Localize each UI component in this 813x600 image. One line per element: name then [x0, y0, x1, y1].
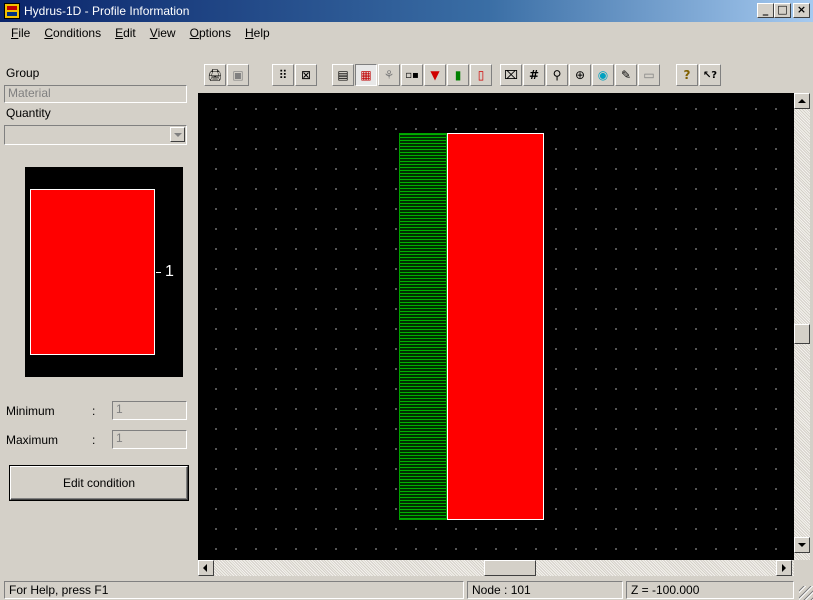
save-icon[interactable]: ▣ — [227, 64, 249, 86]
status-z-coordinate: Z = -100.000 — [626, 581, 794, 599]
vertical-scrollbar[interactable] — [794, 93, 810, 560]
status-help-text: For Help, press F1 — [4, 581, 464, 599]
initial-condition-icon[interactable]: ▼ — [424, 64, 446, 86]
status-node: Node : 101 — [467, 581, 623, 599]
horizontal-scrollbar[interactable] — [198, 560, 794, 576]
menu-help[interactable]: Help — [238, 26, 277, 40]
scroll-down-icon[interactable] — [794, 537, 810, 553]
edit-condition-button[interactable]: Edit condition — [10, 466, 188, 500]
toolbar: 🖨 ▣ ⠿ ⊠ ▤ ▦ ⚘ ▫▪ ▼ ▮ ▯ ⌧ # ⚲ ⊕ ◉ ✎ ▭ ? ↖… — [198, 61, 810, 91]
preview-material-swatch — [30, 189, 155, 355]
scroll-right-icon[interactable] — [776, 560, 792, 576]
edit-box-icon[interactable]: ▭ — [638, 64, 660, 86]
observation-nodes-icon[interactable]: ▫▪ — [401, 64, 423, 86]
minimum-label: Minimum — [6, 404, 55, 418]
pencil-icon[interactable]: ✎ — [615, 64, 637, 86]
group-label: Group — [6, 66, 40, 80]
preview-tick — [156, 272, 161, 273]
help-icon[interactable]: ? — [676, 64, 698, 86]
zoom-frame-icon[interactable]: ⊠ — [295, 64, 317, 86]
chevron-down-icon[interactable] — [170, 127, 185, 142]
maximum-label: Maximum — [6, 433, 59, 447]
root-distribution-icon[interactable]: ⚘ — [378, 64, 400, 86]
resize-grip-icon[interactable] — [799, 586, 813, 600]
grid-dots-icon[interactable]: ⠿ — [272, 64, 294, 86]
menu-view[interactable]: View — [143, 26, 183, 40]
scroll-left-icon[interactable] — [198, 560, 214, 576]
print-icon[interactable]: 🖨 — [204, 64, 226, 86]
minimum-separator: : — [92, 404, 96, 418]
maximize-button[interactable]: □ — [774, 3, 791, 18]
menu-bar: File Conditions Edit View Options Help — [0, 22, 813, 44]
minimize-button[interactable]: _ — [757, 3, 774, 18]
maximum-field[interactable]: 1 — [112, 430, 187, 449]
context-help-icon[interactable]: ↖? — [699, 64, 721, 86]
menu-options[interactable]: Options — [183, 26, 238, 40]
scroll-up-icon[interactable] — [794, 93, 810, 109]
app-icon[interactable] — [4, 3, 20, 19]
zoom-in-icon[interactable]: ⊕ — [569, 64, 591, 86]
hatched-column[interactable] — [399, 133, 447, 520]
horizontal-scroll-thumb[interactable] — [484, 560, 536, 576]
properties-panel: Group Material Quantity 1 Minimum : 1 Ma… — [0, 60, 196, 578]
title-bar[interactable]: Hydrus-1D - Profile Information _ □ × — [0, 0, 813, 22]
color-icon[interactable]: ◉ — [592, 64, 614, 86]
minimum-field[interactable]: 1 — [112, 401, 187, 420]
material-1-region[interactable] — [447, 133, 544, 520]
zoom-fit-icon[interactable]: ⌧ — [500, 64, 522, 86]
material-preview: 1 — [25, 167, 183, 377]
window-controls: _ □ × — [757, 3, 810, 18]
temperature-icon[interactable]: ▯ — [470, 64, 492, 86]
status-bar: For Help, press F1 Node : 101 Z = -100.0… — [0, 580, 813, 600]
vertical-scroll-thumb[interactable] — [794, 324, 810, 344]
menu-edit[interactable]: Edit — [108, 26, 143, 40]
close-button[interactable]: × — [793, 3, 810, 18]
zoom-icon[interactable]: ⚲ — [546, 64, 568, 86]
menu-conditions[interactable]: Conditions — [37, 26, 108, 40]
main-window: Hydrus-1D - Profile Information _ □ × Fi… — [0, 0, 813, 600]
profile-icon[interactable]: ▤ — [332, 64, 354, 86]
material-distribution-icon[interactable]: ▦ — [355, 64, 377, 86]
window-title: Hydrus-1D - Profile Information — [24, 4, 190, 18]
profile-canvas[interactable] — [198, 93, 794, 560]
maximum-separator: : — [92, 433, 96, 447]
group-field[interactable]: Material — [4, 85, 187, 103]
grid-icon[interactable]: # — [523, 64, 545, 86]
preview-material-number: 1 — [165, 263, 174, 280]
sub-region-icon[interactable]: ▮ — [447, 64, 469, 86]
menu-file[interactable]: File — [4, 26, 37, 40]
quantity-label: Quantity — [6, 106, 51, 120]
quantity-select[interactable] — [4, 125, 187, 145]
